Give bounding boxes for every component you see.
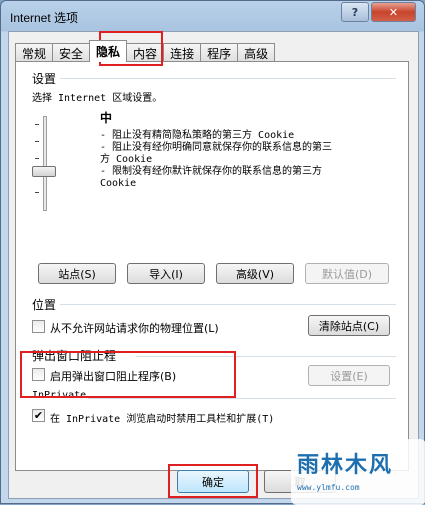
- window-title: Internet 选项: [10, 11, 79, 25]
- privacy-description: - 阻止没有精简隐私策略的第三方 Cookie - 阻止没有经你明确同意就保存你…: [100, 130, 400, 190]
- settings-instruction: 选择 Internet 区域设置。: [32, 93, 163, 104]
- disable-toolbars-checkbox[interactable]: ✔: [32, 409, 45, 422]
- tab-security[interactable]: 安全: [52, 43, 91, 62]
- import-button[interactable]: 导入(I): [127, 263, 205, 284]
- checkmark-icon: ✔: [33, 409, 44, 422]
- desc-line-2a: - 阻止没有经你明确同意就保存你的联系信息的第三: [100, 142, 333, 153]
- location-divider: [60, 304, 396, 305]
- desc-line-2b: 方 Cookie: [100, 154, 153, 165]
- tab-general[interactable]: 常规: [15, 43, 54, 62]
- never-allow-location-checkbox[interactable]: [32, 320, 45, 333]
- settings-divider: [60, 78, 396, 79]
- desc-line-3a: - 限制没有经你默许就保存你的联系信息的第三方: [100, 166, 323, 177]
- tab-connections[interactable]: 连接: [163, 43, 202, 62]
- privacy-level: 中: [100, 111, 113, 125]
- advanced-button[interactable]: 高级(V): [216, 263, 294, 284]
- watermark-url: www.ylmfu.com: [297, 483, 360, 492]
- slider-tick: [35, 141, 39, 142]
- clear-sites-button[interactable]: 清除站点(C): [308, 315, 390, 336]
- never-allow-location-label: 从不允许网站请求你的物理位置(L): [50, 322, 219, 335]
- privacy-panel: 设置 选择 Internet 区域设置。 中 - 阻止没有精简隐私策略的第三方 …: [15, 61, 409, 471]
- location-title: 位置: [32, 298, 57, 312]
- slider-tick: [35, 158, 39, 159]
- inprivate-divider: [88, 398, 396, 399]
- tab-privacy[interactable]: 隐私: [89, 40, 128, 62]
- close-icon: ✕: [388, 5, 399, 19]
- desc-line-1: - 阻止没有精简隐私策略的第三方 Cookie: [100, 130, 295, 141]
- disable-toolbars-label: 在 InPrivate 浏览启动时禁用工具栏和扩展(T): [50, 414, 275, 425]
- help-button[interactable]: ?: [341, 2, 369, 22]
- privacy-slider-track[interactable]: [43, 116, 47, 211]
- privacy-slider-thumb[interactable]: [32, 166, 56, 177]
- popup-settings-button[interactable]: 设置(E): [308, 365, 390, 386]
- sites-button[interactable]: 站点(S): [38, 263, 116, 284]
- slider-tick: [35, 192, 39, 193]
- default-button[interactable]: 默认值(D): [305, 263, 389, 284]
- title-bar[interactable]: Internet 选项 ? ✕: [1, 1, 424, 31]
- ok-highlight-box: [168, 464, 258, 498]
- help-icon: ?: [351, 5, 359, 19]
- popup-highlight-box: [20, 351, 236, 398]
- tab-advanced[interactable]: 高级: [237, 43, 276, 62]
- slider-tick: [35, 124, 39, 125]
- desc-line-3b: Cookie: [100, 178, 137, 189]
- internet-options-window: Internet 选项 ? ✕ 常规 安全 隐私 内容 连接 程序 高级 设置 …: [0, 0, 425, 505]
- tab-programs[interactable]: 程序: [200, 43, 239, 62]
- close-button[interactable]: ✕: [371, 2, 416, 22]
- settings-title: 设置: [32, 72, 57, 86]
- dialog-body: 常规 安全 隐私 内容 连接 程序 高级 设置 选择 Internet 区域设置…: [8, 31, 419, 499]
- site-watermark: 雨林木风 www.ylmfu.com: [291, 439, 425, 505]
- watermark-logo: 雨林木风: [297, 453, 394, 478]
